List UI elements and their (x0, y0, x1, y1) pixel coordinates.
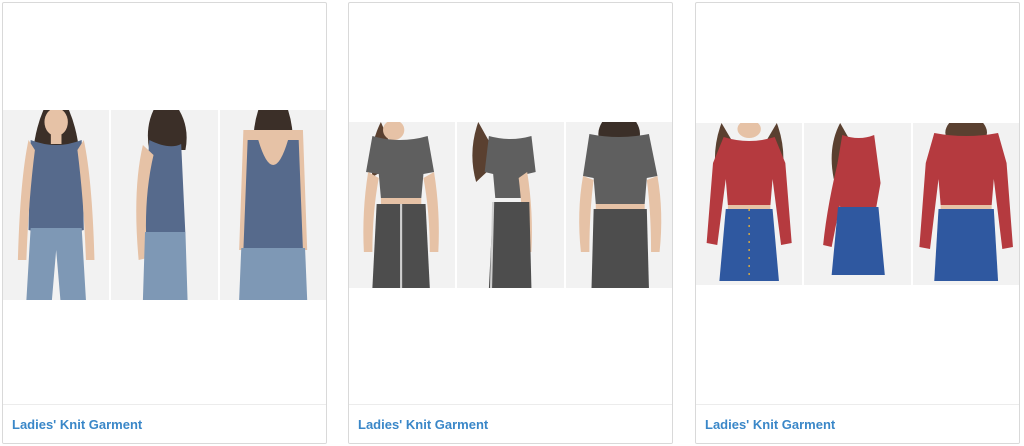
product-card[interactable]: Ladies' Knit Garment (348, 2, 673, 444)
photo-side-view (804, 123, 913, 285)
photo-back-view (565, 122, 672, 288)
photo-side-view (111, 110, 220, 300)
product-title-link[interactable]: Ladies' Knit Garment (705, 417, 835, 432)
photo-side-view (457, 122, 566, 288)
product-card[interactable]: Ladies' Knit Garment (2, 2, 327, 444)
product-image[interactable] (349, 3, 672, 405)
photo-back-view (912, 123, 1019, 285)
product-image[interactable] (3, 3, 326, 405)
product-photo-strip (349, 122, 672, 288)
product-title-link[interactable]: Ladies' Knit Garment (12, 417, 142, 432)
product-photo-strip (696, 123, 1019, 285)
photo-front-view (349, 122, 458, 288)
product-title-link[interactable]: Ladies' Knit Garment (358, 417, 488, 432)
product-image[interactable] (696, 3, 1019, 405)
photo-back-view (219, 110, 326, 300)
photo-front-view (3, 110, 112, 300)
photo-front-view (696, 123, 805, 285)
product-card-footer: Ladies' Knit Garment (349, 404, 672, 443)
product-card-footer: Ladies' Knit Garment (696, 404, 1019, 443)
product-photo-strip (3, 110, 326, 300)
product-card[interactable]: Ladies' Knit Garment (695, 2, 1020, 444)
product-card-footer: Ladies' Knit Garment (3, 404, 326, 443)
